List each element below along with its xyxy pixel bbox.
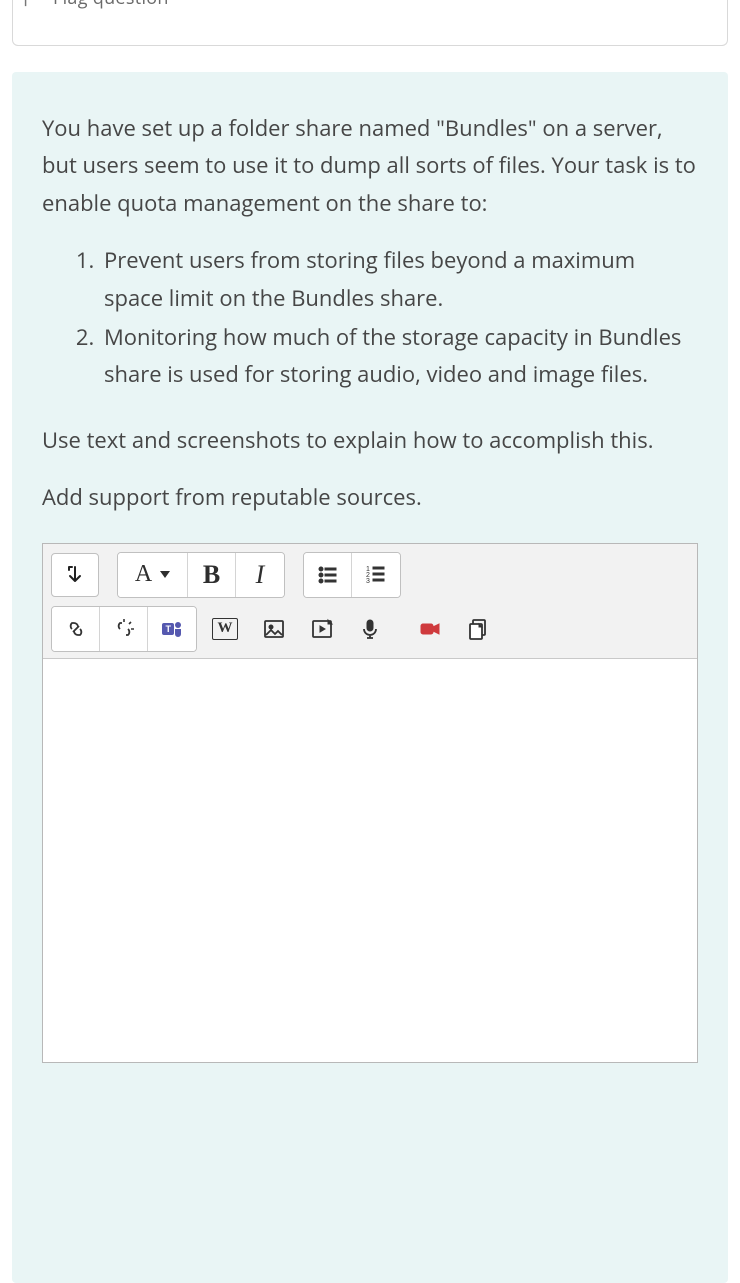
- microphone-icon: [358, 617, 382, 641]
- svg-text:T: T: [166, 624, 172, 634]
- video-camera-icon: [418, 617, 442, 641]
- attachment-button[interactable]: [457, 610, 499, 648]
- flag-question-label: Flag question: [53, 0, 169, 10]
- image-icon: [262, 617, 286, 641]
- answer-textarea[interactable]: [43, 659, 697, 1062]
- bulleted-list-button[interactable]: [304, 553, 352, 597]
- question-panel: You have set up a folder share named "Bu…: [12, 72, 728, 1283]
- numbered-list-button[interactable]: 1 2 3: [352, 553, 400, 597]
- bold-label: B: [203, 560, 220, 590]
- flag-question-bar[interactable]: Flag question: [12, 0, 728, 46]
- font-picker-button[interactable]: A: [118, 553, 188, 597]
- arrow-down-icon: [63, 563, 87, 587]
- font-style-group: A B I: [117, 552, 285, 598]
- bold-button[interactable]: B: [188, 553, 236, 597]
- question-item-2: Monitoring how much of the storage capac…: [100, 319, 698, 394]
- bulleted-list-icon: [316, 563, 340, 587]
- record-audio-button[interactable]: [349, 610, 391, 648]
- chevron-down-icon: [160, 571, 170, 578]
- question-intro: You have set up a folder share named "Bu…: [42, 110, 698, 222]
- media-icon: [310, 617, 334, 641]
- link-button[interactable]: [52, 607, 100, 651]
- question-outro-1: Use text and screenshots to explain how …: [42, 422, 698, 459]
- question-list: Prevent users from storing files beyond …: [42, 242, 698, 394]
- font-letter: A: [135, 561, 152, 588]
- svg-text:3: 3: [366, 578, 370, 585]
- word-icon: W: [212, 618, 238, 640]
- question-outro-2: Add support from reputable sources.: [42, 479, 698, 516]
- unlink-icon: [112, 617, 136, 641]
- expand-toolbar-button[interactable]: [51, 553, 99, 597]
- media-button[interactable]: [301, 610, 343, 648]
- numbered-list-icon: 1 2 3: [364, 563, 388, 587]
- flag-icon: [21, 0, 43, 8]
- link-icon: [64, 617, 88, 641]
- teams-icon: T: [160, 617, 184, 641]
- italic-button[interactable]: I: [236, 553, 284, 597]
- image-button[interactable]: [253, 610, 295, 648]
- italic-label: I: [256, 560, 265, 590]
- editor-toolbar: A B I: [43, 544, 697, 659]
- answer-editor: A B I: [42, 543, 698, 1063]
- list-group: 1 2 3: [303, 552, 401, 598]
- unlink-button[interactable]: [100, 607, 148, 651]
- insert-group-1: T: [51, 606, 197, 652]
- file-manager-icon: [466, 617, 490, 641]
- word-button[interactable]: W: [203, 610, 247, 648]
- record-video-button[interactable]: [409, 610, 451, 648]
- question-item-1: Prevent users from storing files beyond …: [100, 242, 698, 317]
- teams-button[interactable]: T: [148, 607, 196, 651]
